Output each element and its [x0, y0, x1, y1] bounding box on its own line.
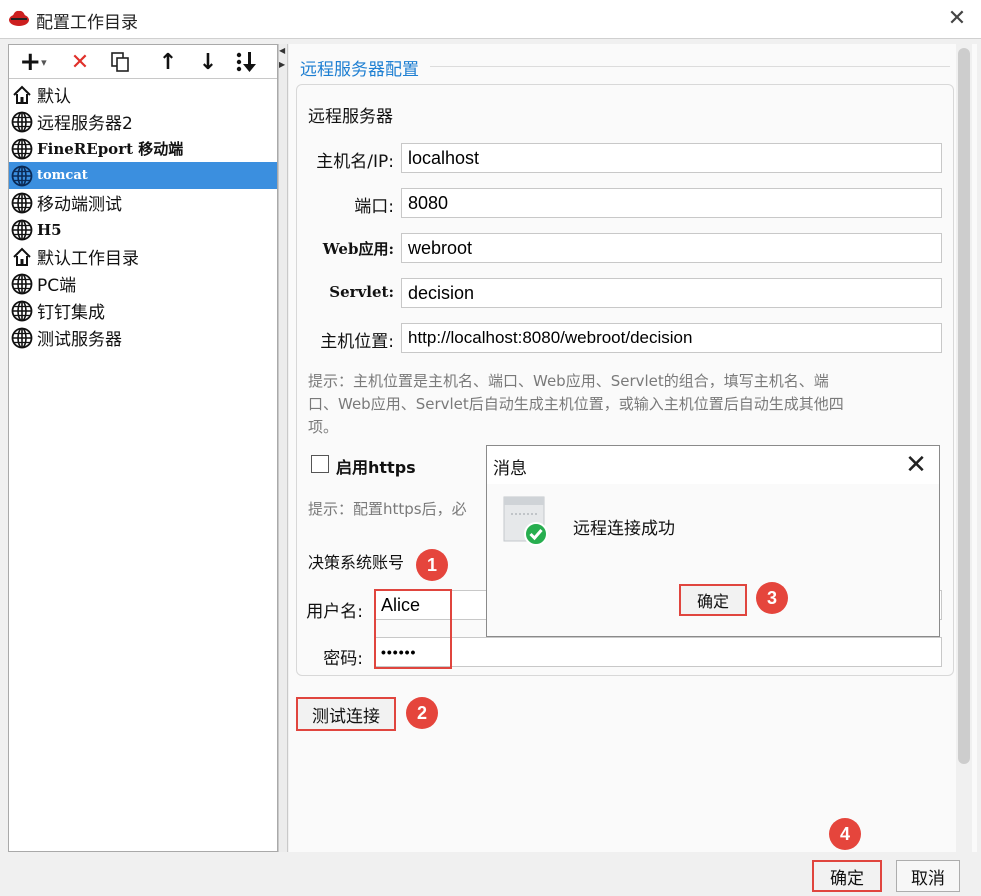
move-up-button[interactable]: ↑ [153, 49, 183, 75]
section-title: 远程服务器配置 [300, 60, 419, 80]
home-icon [11, 84, 33, 106]
add-button[interactable]: + ▾ [15, 47, 51, 77]
move-down-button[interactable]: ↓ [193, 49, 223, 75]
port-input[interactable]: 8080 [401, 188, 942, 218]
https-hint: 提示：配置https后，必 [308, 500, 467, 518]
section-divider [430, 66, 950, 67]
ok-button[interactable]: 确定 [812, 860, 882, 892]
tree-item-label: 移动端测试 [37, 195, 122, 215]
globe-icon [11, 327, 33, 349]
host-input[interactable]: localhost [401, 143, 942, 173]
sort-button[interactable] [231, 49, 261, 75]
host-label: 主机名/IP: [316, 152, 394, 172]
test-connection-button[interactable]: 测试连接 [296, 697, 396, 731]
hint-line: 项。 [308, 418, 339, 436]
hint-line: 口、Web应用、Servlet后自动生成主机位置，或输入主机位置后自动生成其他四 [308, 395, 844, 413]
delete-icon: ✕ [70, 49, 90, 75]
port-label: 端口: [354, 197, 394, 217]
account-section-title: 决策系统账号 [308, 553, 405, 572]
username-label: 用户名: [306, 602, 363, 622]
step-badge-4: 4 [829, 818, 861, 850]
window-close-icon[interactable]: ✕ [944, 6, 970, 32]
chevron-down-icon: ▾ [41, 55, 47, 69]
tree-item-remote-server-2[interactable]: 远程服务器2 [9, 108, 277, 135]
arrow-down-icon: ↓ [198, 49, 218, 75]
location-input[interactable]: http://localhost:8080/webroot/decision [401, 323, 942, 353]
group-title: 远程服务器 [308, 107, 393, 127]
directory-tree: 默认 远程服务器2 FineREport 移动端 tomcat 移动端测试 H5… [9, 81, 277, 351]
tree-item-label: 默认 [37, 87, 71, 107]
dialog-body: 远程连接成功 确定 [487, 484, 939, 636]
success-icon [503, 496, 548, 546]
message-dialog: 消息 ✕ 远程连接成功 确定 [486, 445, 940, 637]
dialog-close-icon[interactable]: ✕ [899, 448, 933, 482]
servlet-input[interactable]: decision [401, 278, 942, 308]
copy-button[interactable] [105, 49, 135, 75]
webapp-input[interactable]: webroot [401, 233, 942, 263]
tree-item-label: tomcat [37, 168, 88, 183]
scrollbar-thumb[interactable] [958, 48, 970, 764]
password-input[interactable]: •••••• [374, 637, 942, 667]
dialog-ok-button[interactable]: 确定 [679, 584, 747, 616]
globe-icon [11, 111, 33, 133]
tree-item-dingtalk[interactable]: 钉钉集成 [9, 297, 277, 324]
tree-item-label: 默认工作目录 [37, 249, 139, 269]
tree-item-pc[interactable]: PC端 [9, 270, 277, 297]
tree-item-label: 测试服务器 [37, 330, 122, 350]
globe-icon [11, 165, 33, 187]
tree-item-label: 远程服务器2 [37, 114, 133, 134]
directory-list-panel: + ▾ ✕ ↑ ↓ 默认 远程服务器2 FineREport 移动端 tomca… [8, 44, 278, 852]
tree-item-test-server[interactable]: 测试服务器 [9, 324, 277, 351]
hint-line: 提示：主机位置是主机名、端口、Web应用、Servlet的组合，填写主机名、端 [308, 372, 829, 390]
https-checkbox[interactable] [311, 455, 329, 473]
app-logo-icon [9, 10, 29, 26]
servlet-label: Servlet: [329, 283, 394, 301]
add-icon: + [19, 47, 42, 77]
step-badge-2: 2 [406, 697, 438, 729]
copy-icon [111, 52, 129, 72]
globe-icon [11, 300, 33, 322]
list-toolbar: + ▾ ✕ ↑ ↓ [9, 45, 277, 79]
globe-icon [11, 219, 33, 241]
window-title: 配置工作目录 [36, 13, 138, 33]
tree-item-label: PC端 [37, 276, 77, 296]
password-label: 密码: [323, 649, 363, 669]
tree-item-default[interactable]: 默认 [9, 81, 277, 108]
tree-item-finereport-mobile[interactable]: FineREport 移动端 [9, 135, 277, 162]
tree-item-label: 钉钉集成 [37, 303, 105, 323]
home-icon [11, 246, 33, 268]
dialog-title: 消息 [493, 459, 527, 479]
webapp-label: Web应用: [322, 240, 394, 258]
cancel-button[interactable]: 取消 [896, 860, 960, 892]
collapse-left-icon[interactable]: ◀ [279, 46, 287, 55]
globe-icon [11, 138, 33, 160]
step-badge-3: 3 [756, 582, 788, 614]
tree-item-label: H5 [37, 220, 62, 239]
globe-icon [11, 192, 33, 214]
tree-item-default-workdir[interactable]: 默认工作目录 [9, 243, 277, 270]
location-hint: 提示：主机位置是主机名、端口、Web应用、Servlet的组合，填写主机名、端 … [308, 370, 948, 439]
location-label: 主机位置: [320, 332, 394, 352]
dialog-message: 远程连接成功 [573, 519, 675, 539]
sort-icon [236, 52, 256, 72]
delete-button[interactable]: ✕ [65, 49, 95, 75]
tree-item-tomcat[interactable]: tomcat [9, 162, 277, 189]
tree-item-h5[interactable]: H5 [9, 216, 277, 243]
title-bar: 配置工作目录 ✕ [0, 0, 981, 38]
tree-item-label: FineREport 移动端 [37, 140, 184, 158]
globe-icon [11, 273, 33, 295]
arrow-up-icon: ↑ [158, 49, 178, 75]
credentials-highlight [374, 589, 452, 669]
step-badge-1: 1 [416, 549, 448, 581]
tree-item-mobile-test[interactable]: 移动端测试 [9, 189, 277, 216]
expand-right-icon[interactable]: ▶ [279, 60, 287, 69]
https-label: 启用https [336, 458, 416, 477]
